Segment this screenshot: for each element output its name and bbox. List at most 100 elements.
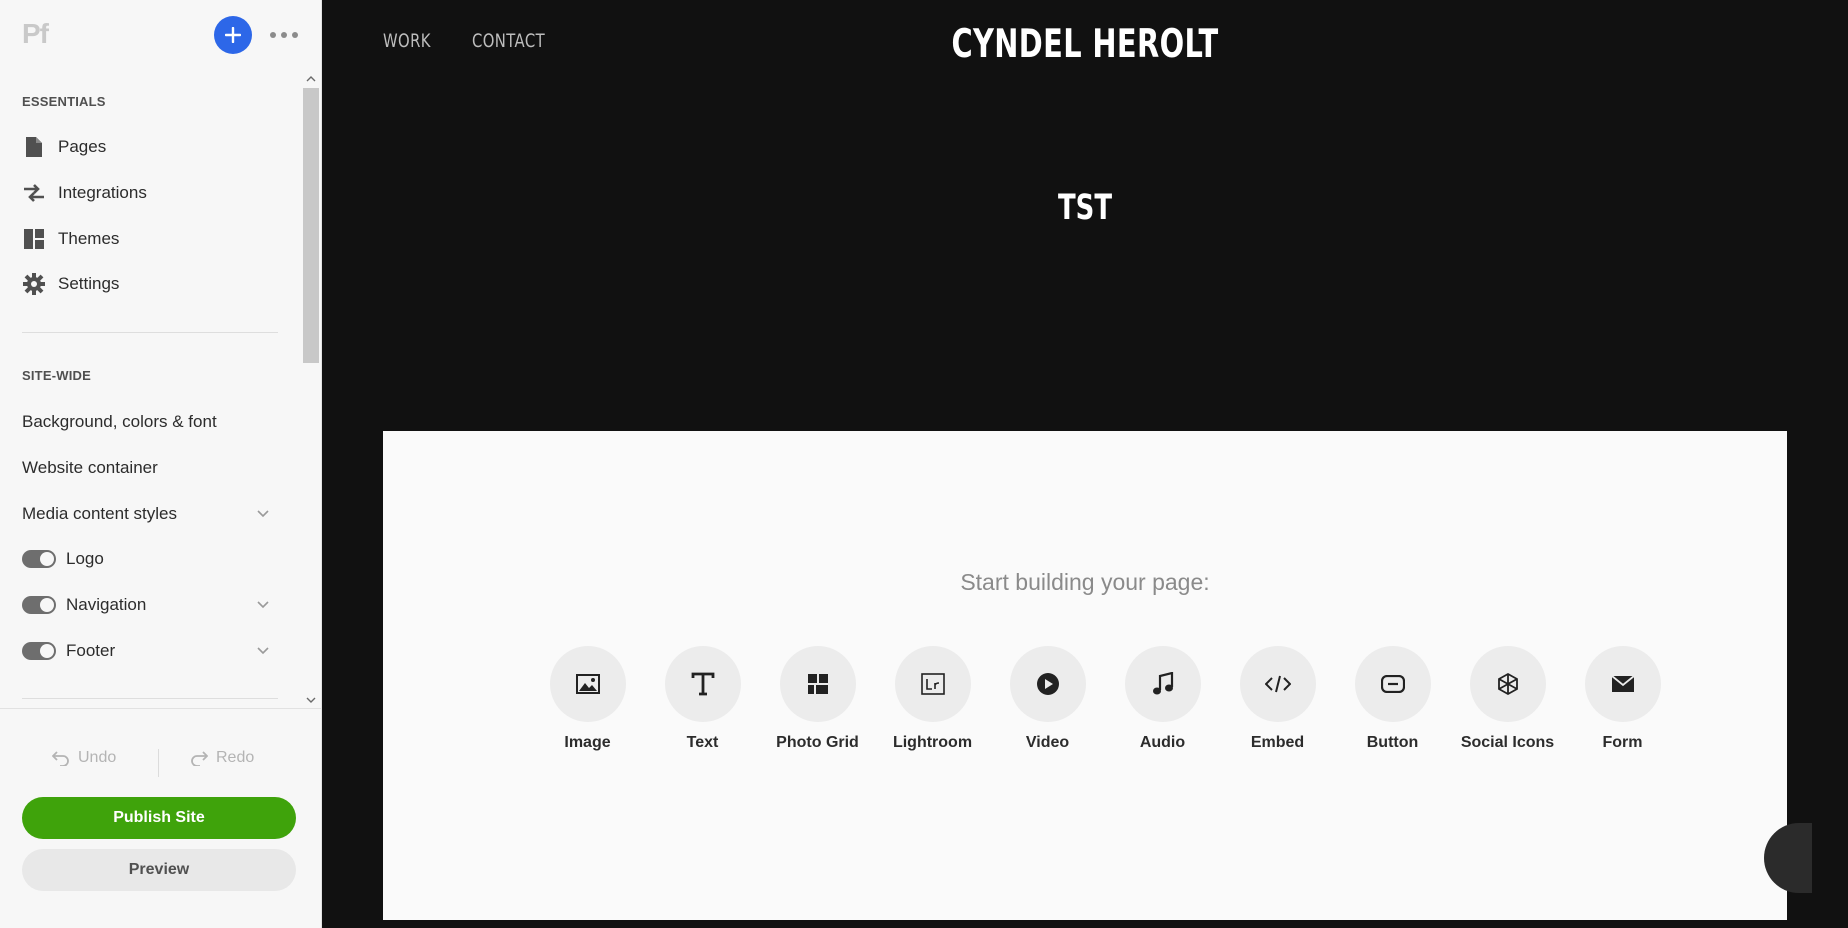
photo-grid-icon [807,674,828,694]
text-icon [691,672,714,696]
chevron-down-icon[interactable] [256,643,270,657]
sidebar-item-label: Settings [58,274,120,293]
nav-link-work[interactable]: WORK [383,30,431,52]
tool-circle[interactable] [1124,646,1201,722]
undo-button[interactable]: Undo [52,749,116,767]
add-form-tool[interactable]: Form [1565,646,1680,752]
audio-icon [1152,672,1173,695]
sidebar-item-label: Website container [22,458,158,477]
plus-icon [225,27,241,43]
sidebar-item-navigation[interactable]: Navigation [22,585,282,625]
tool-label: Social Icons [1460,734,1555,751]
sidebar-item-label: Pages [58,137,107,156]
integrations-icon [22,181,46,205]
site-canvas: WORK CONTACT CYNDEL HEROLT TST Start bui… [322,0,1848,928]
video-icon [1036,673,1059,695]
undo-label: Undo [78,749,117,766]
tool-label: Form [1602,734,1643,751]
scrollbar-thumb[interactable] [303,88,319,363]
sidebar: Pf ESSENTIALS Pages Integrations Themes [0,0,322,928]
chevron-down-icon[interactable] [256,506,270,520]
start-building-prompt: Start building your page: [960,569,1210,595]
sidebar-item-logo[interactable]: Logo [22,539,282,579]
navigation-toggle[interactable] [22,596,56,614]
sidebar-item-label: Navigation [66,595,147,614]
tool-circle[interactable] [1584,646,1661,722]
tool-label: Text [686,734,719,751]
themes-icon [22,227,46,251]
redo-icon [191,751,208,766]
more-options-button[interactable] [270,26,298,44]
tool-circle[interactable] [1239,646,1316,722]
scroll-up-icon[interactable] [306,74,316,84]
button-icon [1380,675,1405,693]
undo-redo-separator [158,749,159,777]
tool-circle[interactable] [779,646,856,722]
tool-label: Button [1366,734,1419,751]
tool-circle[interactable] [664,646,741,722]
page-icon [22,135,46,159]
tool-circle[interactable] [1354,646,1431,722]
scroll-down-icon[interactable] [306,695,316,705]
page-content-area: Start building your page: Image Text Pho… [383,431,1787,920]
social-icons-icon [1497,672,1518,696]
add-video-tool[interactable]: Video [990,646,1105,752]
sidebar-footer: Undo Redo Publish Site Preview [0,708,322,928]
site-title[interactable]: CYNDEL HEROLT [520,22,1649,67]
sidebar-item-themes[interactable]: Themes [22,219,282,259]
gear-icon [22,272,46,296]
redo-button[interactable]: Redo [190,749,254,767]
sidebar-item-integrations[interactable]: Integrations [22,173,282,213]
tool-circle[interactable] [894,646,971,722]
embed-icon [1264,675,1291,693]
add-button[interactable] [214,16,252,54]
sidebar-item-label: Themes [58,229,120,248]
footer-toggle[interactable] [22,642,56,660]
add-social-icons-tool[interactable]: Social Icons [1450,646,1565,752]
tool-label: Audio [1139,734,1186,751]
section-divider [22,698,278,699]
tool-label: Image [564,734,611,751]
tool-label: Video [1025,734,1070,751]
more-dot-icon [281,32,287,38]
undo-icon [52,751,69,766]
sidebar-item-media-content-styles[interactable]: Media content styles [22,494,282,534]
redo-label: Redo [216,749,255,766]
chevron-down-icon[interactable] [256,597,270,611]
section-divider [22,332,278,333]
tool-label: Embed [1250,734,1305,751]
sidebar-scroll-area: ESSENTIALS Pages Integrations Themes Set… [0,70,322,710]
sidebar-item-footer[interactable]: Footer [22,631,282,671]
sidebar-item-label: Logo [66,549,104,568]
sidebar-item-pages[interactable]: Pages [22,127,282,167]
portfolio-logo: Pf [22,18,49,49]
add-audio-tool[interactable]: Audio [1105,646,1220,752]
tool-circle[interactable] [549,646,626,722]
section-label-sitewide: SITE-WIDE [22,368,91,383]
sidebar-item-background[interactable]: Background, colors & font [22,402,282,442]
form-icon [1610,675,1635,692]
image-icon [575,674,600,694]
sidebar-item-label: Background, colors & font [22,412,217,431]
more-dot-icon [292,32,298,38]
add-photo-grid-tool[interactable]: Photo Grid [760,646,875,752]
page-heading[interactable]: TST [520,188,1649,228]
logo-toggle[interactable] [22,550,56,568]
tool-label: Lightroom [892,734,973,751]
add-button-tool[interactable]: Button [1335,646,1450,752]
sidebar-item-label: Footer [66,641,116,660]
sidebar-item-label: Integrations [58,183,147,202]
tool-circle[interactable] [1469,646,1546,722]
publish-site-button[interactable]: Publish Site [22,797,296,839]
sidebar-item-label: Media content styles [22,504,177,523]
tool-circle[interactable] [1009,646,1086,722]
sidebar-item-settings[interactable]: Settings [22,264,282,304]
preview-button[interactable]: Preview [22,849,296,891]
add-text-tool[interactable]: Text [645,646,760,752]
content-tools: Image Text Photo Grid Lightroom Video Au… [530,646,1680,766]
add-embed-tool[interactable]: Embed [1220,646,1335,752]
add-image-tool[interactable]: Image [530,646,645,752]
lightroom-icon [920,673,945,695]
add-lightroom-tool[interactable]: Lightroom [875,646,990,752]
sidebar-item-website-container[interactable]: Website container [22,448,282,488]
